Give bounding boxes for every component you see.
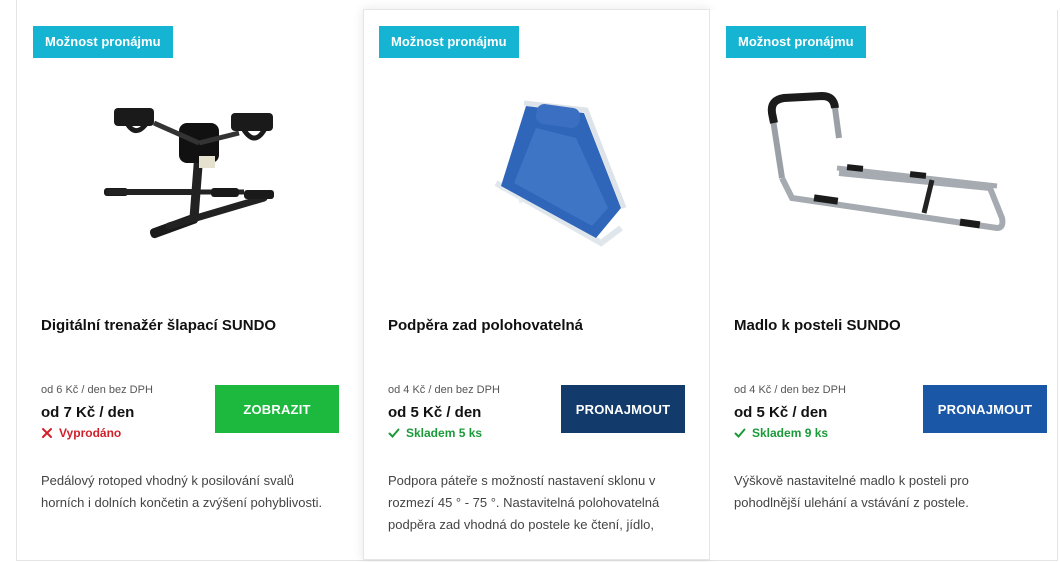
product-description: Výškově nastavitelné madlo k posteli pro… (734, 473, 969, 510)
rental-badge: Možnost pronájmu (33, 26, 173, 58)
product-title[interactable]: Digitální trenažér šlapací SUNDO (41, 317, 276, 334)
stock-label: Skladem 9 ks (752, 426, 829, 440)
price-per-day: od 7 Kč / den (41, 404, 135, 421)
pedal-exerciser-image[interactable] (39, 68, 339, 268)
price-per-day: od 5 Kč / den (388, 404, 482, 421)
price-without-vat: od 4 Kč / den bez DPH (734, 384, 846, 396)
show-button[interactable]: ZOBRAZIT (215, 385, 339, 433)
cross-icon (42, 428, 52, 438)
rent-button[interactable]: PRONAJMOUT (923, 385, 1047, 433)
product-card-pedal-exerciser[interactable]: Možnost pronájmu Digitální trenažér šlap… (17, 10, 363, 560)
product-title[interactable]: Madlo k posteli SUNDO (734, 317, 901, 334)
price-without-vat: od 4 Kč / den bez DPH (388, 384, 500, 396)
product-card-bed-rail[interactable]: Možnost pronájmu Madlo k posteli SUNDO o… (710, 10, 1058, 560)
price-without-vat: od 6 Kč / den bez DPH (41, 384, 153, 396)
backrest-image-svg (494, 100, 627, 247)
stock-status: Skladem 9 ks (734, 426, 828, 440)
pedal-exerciser-image-svg (104, 108, 274, 239)
check-icon (388, 428, 400, 438)
rental-badge: Možnost pronájmu (726, 26, 866, 58)
product-card-backrest[interactable]: Možnost pronájmu Podpěra zad polohovatel… (363, 9, 710, 560)
price-per-day: od 5 Kč / den (734, 404, 828, 421)
stock-status: Vyprodáno (41, 426, 121, 440)
bed-rail-image[interactable] (732, 68, 1032, 268)
stock-status: Skladem 5 ks (388, 426, 482, 440)
product-grid: Možnost pronájmu Digitální trenažér šlap… (16, 0, 1058, 561)
product-title[interactable]: Podpěra zad polohovatelná (388, 317, 583, 334)
rent-button[interactable]: PRONAJMOUT (561, 385, 685, 433)
backrest-image[interactable] (386, 68, 686, 268)
bed-rail-image-svg (767, 91, 1006, 232)
product-description: Podpora páteře s možností nastavení sklo… (388, 473, 660, 532)
rental-badge: Možnost pronájmu (379, 26, 519, 58)
stock-label: Skladem 5 ks (406, 426, 483, 440)
check-icon (734, 428, 746, 438)
stock-label: Vyprodáno (59, 426, 122, 440)
product-description: Pedálový rotoped vhodný k posilování sva… (41, 473, 323, 510)
